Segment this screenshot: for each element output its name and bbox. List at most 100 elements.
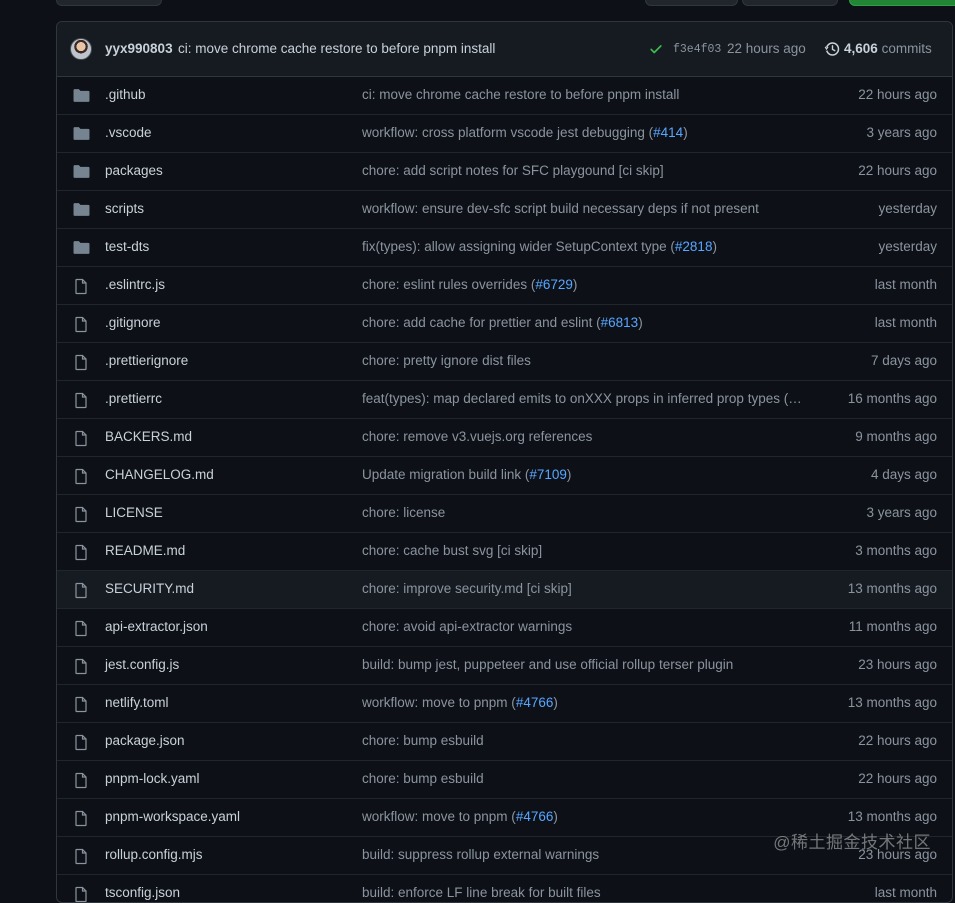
file-name-link[interactable]: README.md bbox=[105, 543, 185, 558]
top-toolbar-button[interactable] bbox=[742, 0, 838, 6]
commit-message-text: chore: add script notes for SFC playgoun… bbox=[362, 163, 664, 178]
file-name-link[interactable]: SECURITY.md bbox=[105, 581, 194, 596]
issue-link[interactable]: #4766 bbox=[516, 695, 554, 710]
commit-time: 22 hours ago bbox=[727, 41, 806, 56]
file-row[interactable]: .gitignore chore: add cache for prettier … bbox=[57, 305, 952, 343]
folder-icon bbox=[73, 202, 91, 218]
commit-message-text: ci: move chrome cache restore to before … bbox=[362, 87, 679, 102]
file-row[interactable]: README.md chore: cache bust svg [ci skip]… bbox=[57, 533, 952, 571]
file-row[interactable]: packages chore: add script notes for SFC … bbox=[57, 153, 952, 191]
file-name-link[interactable]: .eslintrc.js bbox=[105, 277, 165, 292]
commit-time: 3 years ago bbox=[866, 125, 937, 140]
issue-link[interactable]: #4766 bbox=[516, 809, 554, 824]
file-name-link[interactable]: .vscode bbox=[105, 125, 152, 140]
commit-message-text: chore: eslint rules overrides ( bbox=[362, 277, 535, 292]
file-name-link[interactable]: pnpm-workspace.yaml bbox=[105, 809, 240, 824]
commit-time: 13 months ago bbox=[848, 695, 937, 710]
commit-message-link[interactable]: build: suppress rollup external warnings bbox=[362, 847, 599, 862]
file-name-link[interactable]: packages bbox=[105, 163, 163, 178]
file-name-link[interactable]: .prettierignore bbox=[105, 353, 188, 368]
commit-message[interactable]: ci: move chrome cache restore to before … bbox=[178, 41, 495, 56]
file-name-link[interactable]: BACKERS.md bbox=[105, 429, 192, 444]
issue-link[interactable]: #6729 bbox=[535, 277, 573, 292]
commit-message-link[interactable]: Update migration build link (#7109) bbox=[362, 467, 571, 482]
commit-message-link[interactable]: build: enforce LF line break for built f… bbox=[362, 885, 601, 900]
commit-message-link[interactable]: chore: remove v3.vuejs.org references bbox=[362, 429, 592, 444]
commit-message-link[interactable]: chore: cache bust svg [ci skip] bbox=[362, 543, 542, 558]
file-name-link[interactable]: pnpm-lock.yaml bbox=[105, 771, 200, 786]
commit-sha[interactable]: f3e4f03 bbox=[673, 43, 721, 56]
file-icon bbox=[73, 354, 91, 370]
file-row[interactable]: test-dts fix(types): allow assigning wide… bbox=[57, 229, 952, 267]
file-row[interactable]: CHANGELOG.md Update migration build link … bbox=[57, 457, 952, 495]
file-icon bbox=[73, 392, 91, 408]
commit-message-suffix: ) bbox=[553, 809, 558, 824]
file-name-link[interactable]: tsconfig.json bbox=[105, 885, 180, 900]
file-row[interactable]: pnpm-lock.yamlchore: bump esbuild22 hour… bbox=[57, 761, 952, 799]
avatar[interactable] bbox=[70, 38, 92, 60]
commit-time: last month bbox=[875, 315, 937, 330]
commit-message-link[interactable]: chore: avoid api-extractor warnings bbox=[362, 619, 572, 634]
issue-link[interactable]: #6813 bbox=[601, 315, 639, 330]
commit-time: 7 days ago bbox=[871, 353, 937, 368]
file-name-link[interactable]: jest.config.js bbox=[105, 657, 179, 672]
file-row[interactable]: pnpm-workspace.yaml workflow: move to pnp… bbox=[57, 799, 952, 837]
file-name-link[interactable]: scripts bbox=[105, 201, 144, 216]
file-row[interactable]: tsconfig.json build: enforce LF line brea… bbox=[57, 875, 952, 903]
commit-message-link[interactable]: chore: improve security.md [ci skip] bbox=[362, 581, 572, 596]
file-name-link[interactable]: .prettierrc bbox=[105, 391, 162, 406]
check-icon[interactable] bbox=[649, 42, 663, 56]
code-button[interactable] bbox=[849, 0, 955, 6]
commits-link[interactable]: 4,606 commits bbox=[844, 41, 932, 56]
issue-link[interactable]: #414 bbox=[653, 125, 683, 140]
commit-message-link[interactable]: chore: license bbox=[362, 505, 445, 520]
commit-time: 22 hours ago bbox=[858, 733, 937, 748]
file-row[interactable]: api-extractor.json chore: avoid api-extra… bbox=[57, 609, 952, 647]
commit-message-link[interactable]: chore: bump esbuild bbox=[362, 733, 484, 748]
file-row[interactable]: package.json chore: bump esbuild 22 hours … bbox=[57, 723, 952, 761]
file-name-link[interactable]: netlify.toml bbox=[105, 695, 169, 710]
commit-time: 3 months ago bbox=[855, 543, 937, 558]
file-row[interactable]: SECURITY.md chore: improve security.md [c… bbox=[57, 571, 952, 609]
file-row[interactable]: .prettierignore chore: pretty ignore dist… bbox=[57, 343, 952, 381]
commit-message-link[interactable]: fix(types): allow assigning wider SetupC… bbox=[362, 239, 717, 254]
file-row[interactable]: LICENSEchore: license3 years ago bbox=[57, 495, 952, 533]
commit-message-link[interactable]: chore: pretty ignore dist files bbox=[362, 353, 531, 368]
file-name-link[interactable]: CHANGELOG.md bbox=[105, 467, 214, 482]
commit-message-link[interactable]: workflow: move to pnpm (#4766) bbox=[362, 695, 558, 710]
top-toolbar-button[interactable] bbox=[645, 0, 738, 6]
commit-message-link[interactable]: workflow: move to pnpm (#4766) bbox=[362, 809, 558, 824]
file-row[interactable]: netlify.toml workflow: move to pnpm (#476… bbox=[57, 685, 952, 723]
file-row[interactable]: jest.config.js build: bump jest, puppetee… bbox=[57, 647, 952, 685]
file-name-link[interactable]: .github bbox=[105, 87, 146, 102]
file-name-link[interactable]: .gitignore bbox=[105, 315, 161, 330]
top-toolbar-button[interactable] bbox=[56, 0, 162, 6]
file-name-link[interactable]: LICENSE bbox=[105, 505, 163, 520]
commit-message-link[interactable]: build: bump jest, puppeteer and use offi… bbox=[362, 657, 733, 672]
file-row[interactable]: scripts workflow: ensure dev-sfc script b… bbox=[57, 191, 952, 229]
file-row[interactable]: .github ci: move chrome cache restore to … bbox=[57, 77, 952, 115]
commit-message-link[interactable]: ci: move chrome cache restore to before … bbox=[362, 87, 679, 102]
file-name-link[interactable]: package.json bbox=[105, 733, 185, 748]
commit-message-suffix: ) bbox=[712, 239, 717, 254]
file-row[interactable]: rollup.config.mjs build: suppress rollup … bbox=[57, 837, 952, 875]
file-name-link[interactable]: rollup.config.mjs bbox=[105, 847, 203, 862]
file-row[interactable]: .vscode workflow: cross platform vscode j… bbox=[57, 115, 952, 153]
commit-message-link[interactable]: chore: eslint rules overrides (#6729) bbox=[362, 277, 577, 292]
commit-message-link[interactable]: workflow: ensure dev-sfc script build ne… bbox=[362, 201, 759, 216]
issue-link[interactable]: #2818 bbox=[675, 239, 713, 254]
commit-message-link[interactable]: chore: add cache for prettier and eslint… bbox=[362, 315, 643, 330]
commit-message-link[interactable]: chore: bump esbuild bbox=[362, 771, 484, 786]
file-row[interactable]: BACKERS.md chore: remove v3.vuejs.org ref… bbox=[57, 419, 952, 457]
file-name-link[interactable]: test-dts bbox=[105, 239, 149, 254]
commit-message-link[interactable]: feat(types): map declared emits to onXXX… bbox=[362, 391, 802, 406]
history-icon[interactable] bbox=[824, 41, 840, 57]
issue-link[interactable]: #7109 bbox=[529, 467, 567, 482]
commit-author[interactable]: yyx990803 bbox=[105, 41, 173, 56]
commit-time: yesterday bbox=[878, 239, 937, 254]
file-row[interactable]: .eslintrc.js chore: eslint rules override… bbox=[57, 267, 952, 305]
file-name-link[interactable]: api-extractor.json bbox=[105, 619, 208, 634]
commit-message-link[interactable]: chore: add script notes for SFC playgoun… bbox=[362, 163, 664, 178]
commit-message-link[interactable]: workflow: cross platform vscode jest deb… bbox=[362, 125, 688, 140]
file-row[interactable]: .prettierrc feat(types): map declared emi… bbox=[57, 381, 952, 419]
